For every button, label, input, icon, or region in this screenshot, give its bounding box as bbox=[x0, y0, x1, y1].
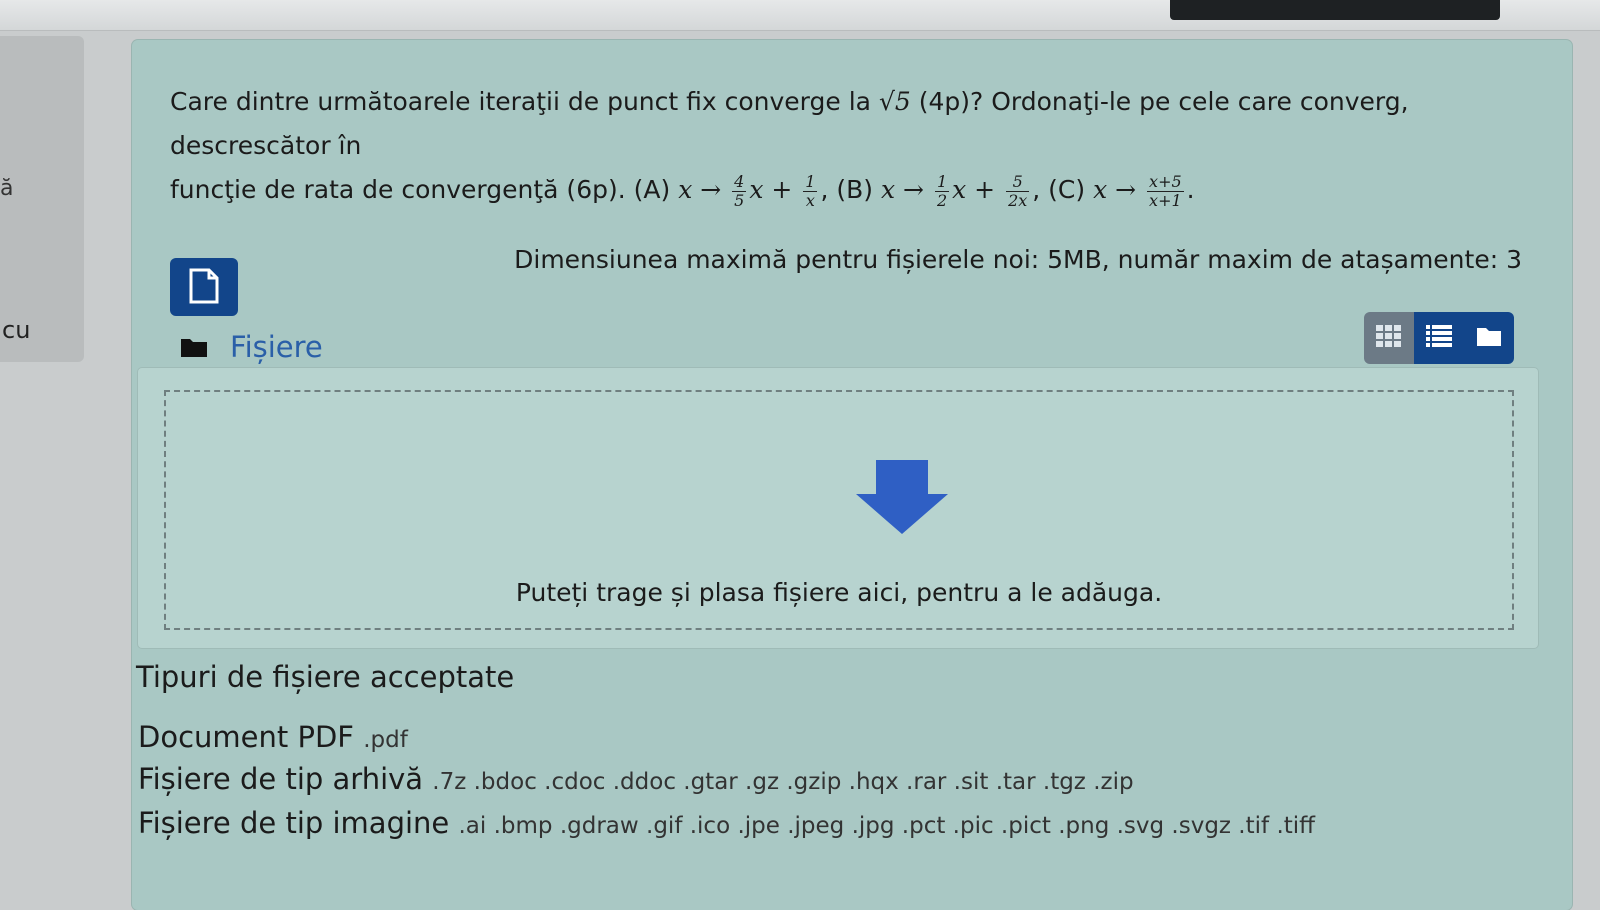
drop-zone-text: Puteți trage și plasa fișiere aici, pent… bbox=[515, 578, 1163, 607]
upload-limits-text: Dimensiunea maximă pentru fișierele noi:… bbox=[514, 245, 1522, 274]
accepted-type-pdf: Document PDF .pdf bbox=[138, 720, 408, 754]
accepted-type-image: Fișiere de tip imagine .ai .bmp .gdraw .… bbox=[138, 806, 1316, 840]
drop-zone[interactable]: Puteți trage și plasa fișiere aici, pent… bbox=[164, 390, 1514, 630]
question-line1: Care dintre următoarele iteraţii de punc… bbox=[170, 87, 871, 116]
tree-view-button[interactable] bbox=[1464, 312, 1514, 364]
question-line2-start: funcţie de rata de convergenţă (6p). (A) bbox=[170, 175, 671, 204]
fraction-b1: 12 bbox=[934, 171, 950, 210]
label-b: , (B) bbox=[820, 175, 874, 204]
map-b-mid: x + bbox=[952, 175, 996, 204]
folder-link-files[interactable]: Fișiere bbox=[230, 330, 323, 364]
fraction-b2: 5 2x bbox=[1006, 171, 1030, 210]
sqrt-five: √5 bbox=[878, 87, 911, 116]
map-b: x → bbox=[880, 175, 924, 204]
fraction-c: x+5 x+1 bbox=[1147, 171, 1184, 210]
grid-view-button[interactable] bbox=[1364, 312, 1414, 364]
left-edge-text-cu: cu bbox=[2, 316, 31, 344]
question-text: Care dintre următoarele iteraţii de punc… bbox=[170, 80, 1510, 212]
browser-top-area bbox=[0, 0, 1600, 31]
file-manager-area: Puteți trage și plasa fișiere aici, pent… bbox=[138, 368, 1538, 648]
map-a: x → bbox=[678, 175, 722, 204]
question-end: . bbox=[1186, 175, 1195, 204]
fraction-a2: 1x bbox=[803, 171, 818, 210]
view-switcher bbox=[1364, 312, 1514, 364]
folder-icon bbox=[180, 336, 208, 358]
grid-icon bbox=[1376, 325, 1402, 351]
file-add-icon bbox=[187, 268, 221, 307]
accepted-types-heading: Tipuri de fișiere acceptate bbox=[136, 660, 515, 694]
list-view-button[interactable] bbox=[1414, 312, 1464, 364]
left-edge-text: ă bbox=[0, 176, 14, 201]
fraction-a1: 45 bbox=[732, 171, 747, 210]
add-file-button[interactable] bbox=[170, 258, 238, 316]
question-card: Care dintre următoarele iteraţii de punc… bbox=[132, 40, 1572, 910]
arrow-down-icon bbox=[856, 460, 948, 538]
files-folder-path: Fișiere bbox=[180, 330, 323, 364]
label-c: , (C) bbox=[1032, 175, 1086, 204]
accepted-type-archive: Fișiere de tip arhivă .7z .bdoc .cdoc .d… bbox=[138, 762, 1134, 796]
map-a-mid: x + bbox=[749, 175, 793, 204]
list-icon bbox=[1426, 325, 1452, 351]
dark-header-strip bbox=[1170, 0, 1500, 20]
left-side-panel: ă cu bbox=[0, 36, 84, 362]
folder-view-icon bbox=[1476, 325, 1502, 351]
map-c: x → bbox=[1093, 175, 1137, 204]
